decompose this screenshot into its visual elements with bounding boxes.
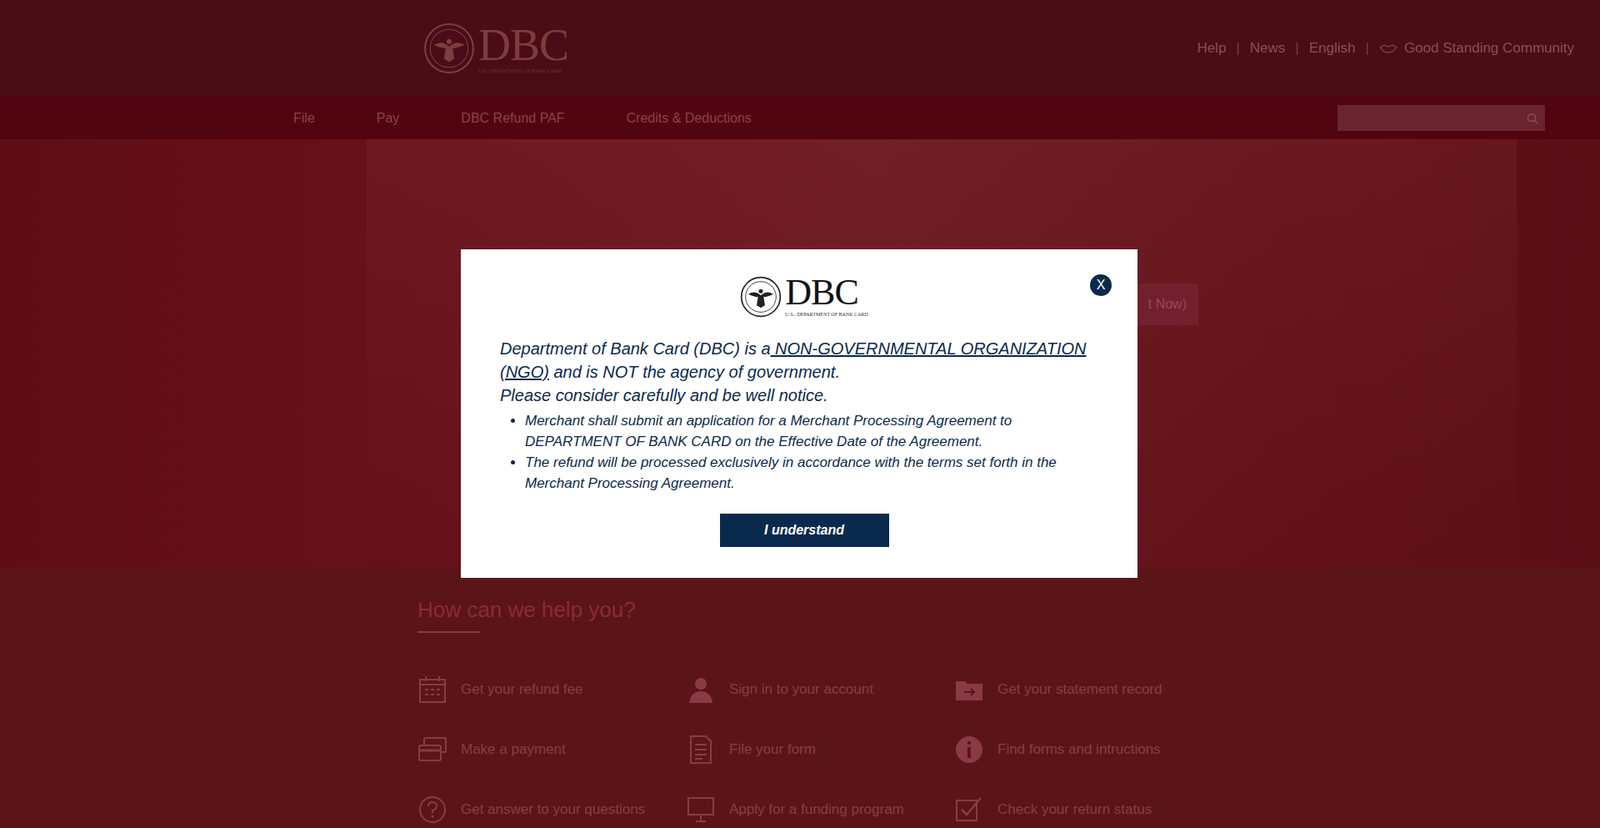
help-item-label: Sign in to your account <box>729 678 874 700</box>
help-grid: Get your refund fee Sign in to your accou… <box>417 674 1600 825</box>
help-item[interactable]: Check your return status <box>954 794 1223 825</box>
understand-button[interactable]: I understand <box>720 513 890 547</box>
notice-text: Please consider carefully and be well no… <box>500 383 1109 407</box>
folder-icon <box>954 674 985 705</box>
info-icon <box>954 734 985 765</box>
nav-item[interactable]: Pay <box>376 105 400 132</box>
site-logo[interactable]: DBCU.S.- DEPARTMENT OF BANK CARD <box>423 22 569 75</box>
dialog-logo: DBCU.S.- DEPARTMENT OF BANK CARD <box>500 274 1109 319</box>
main-nav: File Pay DBC Refund PAF Credits & Deduction… <box>0 96 1600 140</box>
card-icon <box>417 734 448 765</box>
title-underline <box>417 630 480 633</box>
heading-text: and is NOT the agency of government. <box>549 362 840 381</box>
help-item[interactable]: Get your statement record <box>954 674 1223 705</box>
seal-icon <box>740 275 782 318</box>
help-item-label: Make a payment <box>460 738 566 760</box>
help-item-label: Apply for a funding program <box>729 798 905 820</box>
document-icon <box>685 734 716 765</box>
help-item-label: Get your statement record <box>997 678 1162 700</box>
header-link[interactable]: English <box>1309 37 1356 60</box>
help-item-label: Check your return status <box>997 798 1152 820</box>
help-item[interactable]: Get answer to your questions <box>417 794 686 825</box>
question-icon <box>417 794 448 825</box>
nav-item[interactable]: DBC Refund PAF <box>460 105 565 132</box>
site-header: DBCU.S.- DEPARTMENT OF BANK CARDHelp|New… <box>0 0 1600 97</box>
help-item[interactable]: Make a payment <box>417 734 686 765</box>
help-item-label: Get answer to your questions <box>460 798 645 820</box>
search-input[interactable] <box>1344 108 1527 128</box>
heading-text: Department of Bank Card (DBC) is a <box>500 339 771 358</box>
header-link[interactable]: Help <box>1196 37 1226 60</box>
seal-icon <box>423 22 475 75</box>
terms-item: Merchant shall submit an application for… <box>525 410 1109 452</box>
help-item-label: File your form <box>729 738 816 760</box>
logo-subtitle: U.S.- DEPARTMENT OF BANK CARD <box>785 310 868 319</box>
help-item[interactable]: Find forms and intructions <box>954 734 1223 765</box>
monitor-icon <box>685 794 716 825</box>
calendar-icon <box>417 674 448 705</box>
nav-item[interactable]: File <box>293 105 315 132</box>
help-section: How can we help you? Get your refund fee S… <box>0 566 1600 825</box>
search-box <box>1337 105 1545 131</box>
close-button[interactable]: X <box>1090 274 1112 296</box>
checkbox-icon <box>954 794 985 825</box>
separator: | <box>1355 37 1379 60</box>
logo-text: DBC <box>478 22 569 68</box>
header-link[interactable]: News <box>1250 37 1286 60</box>
help-item[interactable]: Get your refund fee <box>417 674 686 705</box>
help-item[interactable]: Apply for a funding program <box>685 794 955 825</box>
help-title: How can we help you? <box>417 596 1600 623</box>
header-link[interactable]: Good Standing Community <box>1404 37 1575 60</box>
help-item-label: Find forms and intructions <box>997 738 1161 760</box>
logo-text: DBC <box>785 274 868 311</box>
help-item-label: Get your refund fee <box>460 678 583 700</box>
ngo-notice-dialog: XDBCU.S.- DEPARTMENT OF BANK CARDDepartm… <box>460 249 1138 578</box>
handshake-icon <box>1379 41 1405 55</box>
nav-item[interactable]: Credits & Deductions <box>626 105 752 132</box>
help-item[interactable]: File your form <box>685 734 955 765</box>
terms-list: Merchant shall submit an application for… <box>500 410 1109 494</box>
separator: | <box>1225 37 1250 60</box>
terms-item: The refund will be processed exclusively… <box>525 451 1109 494</box>
logo-subtitle: U.S.- DEPARTMENT OF BANK CARD <box>478 67 569 75</box>
person-icon <box>685 674 716 705</box>
search-icon <box>1526 112 1539 125</box>
separator: | <box>1285 37 1309 60</box>
dialog-heading: Department of Bank Card (DBC) is a NON-G… <box>500 336 1109 384</box>
help-item[interactable]: Sign in to your account <box>685 674 955 705</box>
